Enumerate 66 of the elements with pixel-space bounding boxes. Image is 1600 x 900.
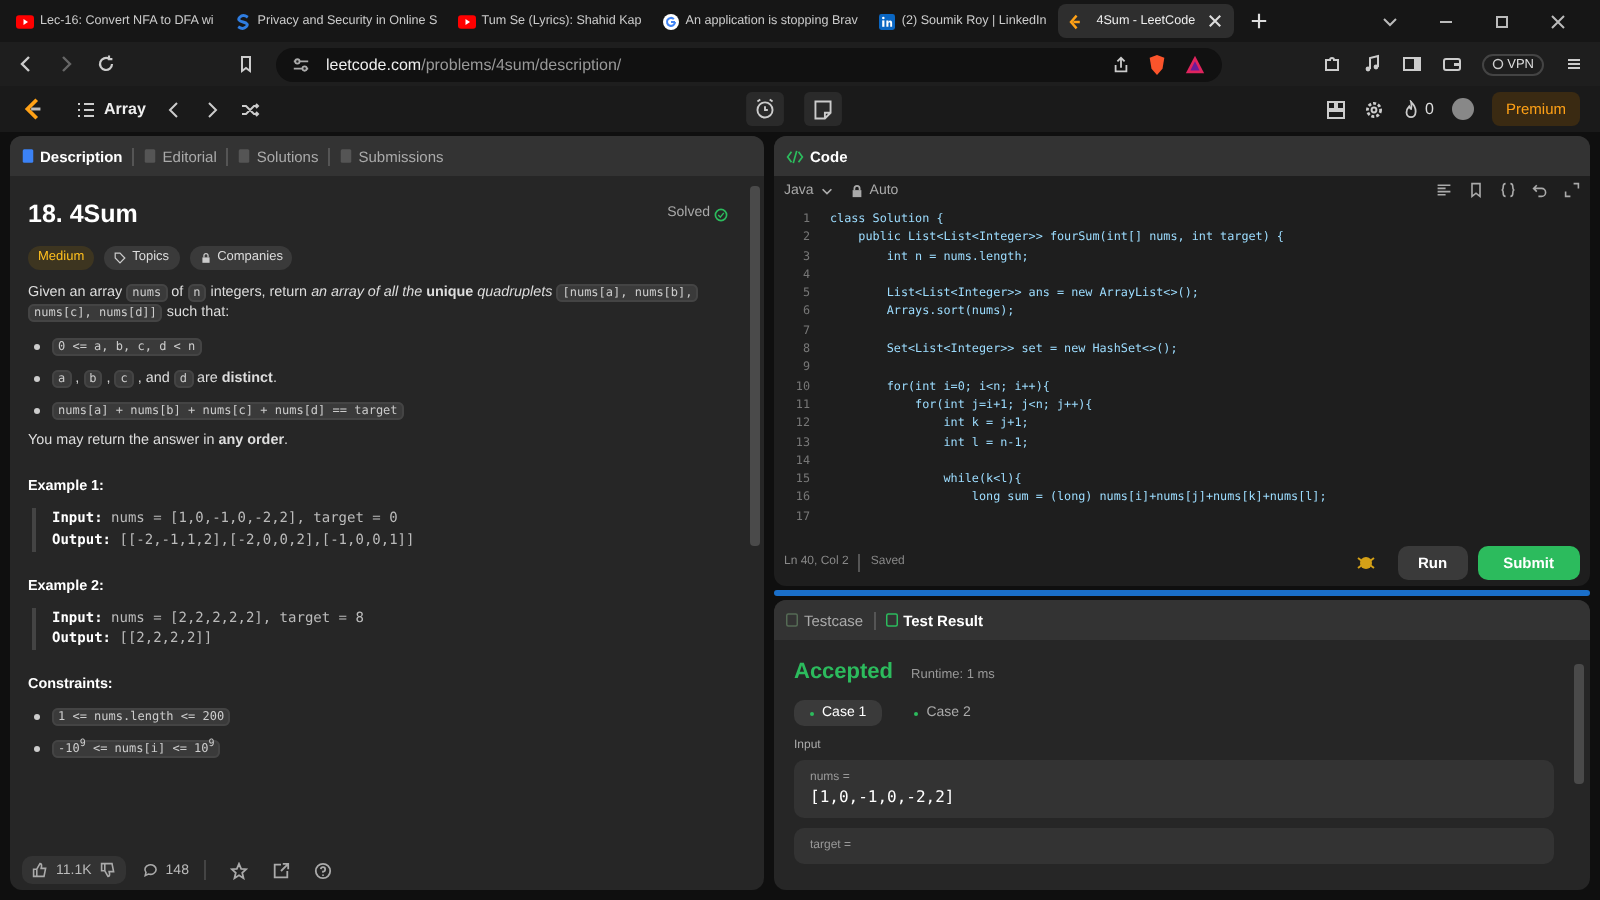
expand-icon[interactable] <box>1564 182 1580 198</box>
menu-icon[interactable] <box>1564 54 1584 74</box>
code-icon <box>786 149 804 163</box>
thumbs-down-icon[interactable] <box>99 862 116 878</box>
reload-icon[interactable] <box>96 54 116 74</box>
g-logo-icon <box>661 13 680 29</box>
thumbs-up-icon <box>32 862 48 878</box>
s-logo-icon <box>233 13 252 29</box>
sidebar-icon[interactable] <box>1401 54 1422 74</box>
bookmark-icon[interactable] <box>236 54 256 74</box>
lock-icon <box>199 251 212 264</box>
scrollbar[interactable] <box>750 186 760 546</box>
lion-shield-icon[interactable] <box>1145 53 1168 75</box>
document-icon <box>340 148 353 164</box>
sliders-icon <box>292 55 310 73</box>
tag-icon <box>114 251 127 264</box>
shuffle-icon[interactable] <box>239 99 260 119</box>
scrollbar[interactable] <box>1574 664 1584 784</box>
new-tab-icon[interactable] <box>1249 12 1268 30</box>
settings-icon[interactable] <box>1363 99 1384 119</box>
format-icon[interactable] <box>1436 182 1452 198</box>
leetcode-logo-icon[interactable] <box>20 96 46 122</box>
layout-icon[interactable] <box>1325 99 1346 119</box>
streak-counter[interactable]: 0 <box>1401 100 1434 118</box>
triangle-icon[interactable] <box>1183 53 1206 75</box>
check-circle-icon <box>714 207 728 222</box>
star-icon[interactable] <box>230 861 249 879</box>
flame-icon <box>1401 100 1420 118</box>
external-link-icon[interactable] <box>272 861 291 879</box>
play-icon <box>457 13 476 29</box>
debugger-icon[interactable] <box>1355 552 1376 572</box>
close-icon[interactable] <box>1207 14 1222 28</box>
document-icon <box>144 148 157 164</box>
checkbox-icon <box>786 612 798 628</box>
share-icon[interactable] <box>1111 55 1130 73</box>
lock-icon <box>849 183 864 197</box>
problem-title: 18. 4Sum <box>28 198 138 232</box>
help-icon[interactable] <box>314 861 333 879</box>
maximize-icon[interactable] <box>1492 11 1512 31</box>
bookmark-icon[interactable] <box>1468 182 1484 198</box>
verdict-text: Accepted <box>794 660 894 684</box>
in-logo-icon <box>877 13 896 29</box>
address-field[interactable]: leetcode.com/problems/4sum/description/ <box>276 47 1222 81</box>
play-icon <box>16 13 34 29</box>
document-icon <box>238 148 251 164</box>
note-button[interactable] <box>803 92 842 126</box>
chevron-down-icon <box>819 183 834 197</box>
speech-bubble-icon <box>141 862 158 878</box>
undo-icon[interactable] <box>1532 182 1548 198</box>
wallet-icon[interactable] <box>1441 54 1462 74</box>
power-icon <box>1491 58 1504 70</box>
music-icon[interactable] <box>1361 54 1382 74</box>
document-icon <box>22 148 34 164</box>
braces-icon[interactable] <box>1500 182 1516 198</box>
variable-value: [1,0,-1,0,-2,2] <box>810 788 957 806</box>
avatar[interactable] <box>1451 98 1474 120</box>
puzzle-icon[interactable] <box>1321 54 1342 74</box>
problem-list-link[interactable]: Array <box>104 100 146 118</box>
alarm-clock-button[interactable] <box>745 92 784 126</box>
forward-icon[interactable] <box>56 54 76 74</box>
leetcode-logo-icon <box>1066 13 1085 29</box>
close-icon[interactable] <box>1548 11 1568 31</box>
previous-icon[interactable] <box>163 99 184 119</box>
terminal-icon <box>885 612 898 628</box>
list-icon <box>76 99 96 119</box>
back-icon[interactable] <box>16 54 36 74</box>
